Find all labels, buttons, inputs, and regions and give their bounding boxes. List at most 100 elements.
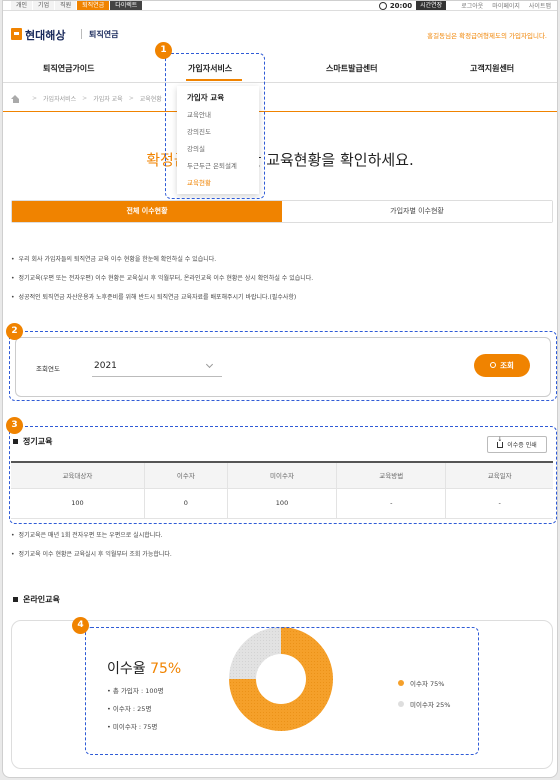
legend-label: 미이수자 25% bbox=[410, 701, 451, 709]
chevron-right-icon: > bbox=[82, 95, 88, 102]
table-row: 100 0 100 - - bbox=[11, 487, 553, 519]
logo-subtitle: 퇴직연금 bbox=[89, 30, 119, 39]
table-cell: 0 bbox=[143, 487, 228, 519]
tab-member-status[interactable]: 가입자별 이수현황 bbox=[282, 201, 552, 222]
breadcrumb: > 가입자서비스 > 가입자 교육 > 교육현황 bbox=[11, 94, 162, 103]
site-tab-corporate[interactable]: 기업 bbox=[33, 1, 55, 10]
logo-icon[interactable] bbox=[11, 28, 22, 40]
utility-right: 20:00 시간연장 로그아웃 마이페이지 사이트맵 bbox=[378, 1, 551, 10]
completion-rate: 이수율 75% bbox=[107, 658, 181, 678]
submenu-item-classroom[interactable]: 강의실 bbox=[187, 143, 249, 153]
legend-item-incomplete: 미이수자 25% bbox=[398, 699, 450, 709]
utility-bar: 개인 기업 직원 퇴직연금 다이렉트 20:00 시간연장 로그아웃 마이페이지… bbox=[3, 1, 557, 11]
breadcrumb-item[interactable]: 가입자서비스 bbox=[43, 94, 76, 103]
browser-frame: 개인 기업 직원 퇴직연금 다이렉트 20:00 시간연장 로그아웃 마이페이지… bbox=[2, 0, 558, 778]
breadcrumb-current: 교육현황 bbox=[139, 96, 162, 103]
online-stats: 총 가입자 : 100명 이수자 : 25명 미이수자 : 75명 bbox=[107, 685, 164, 739]
logo[interactable]: 현대해상 bbox=[25, 27, 65, 43]
nav-member-service[interactable]: 가입자서비스 bbox=[188, 63, 232, 74]
site-tab-pension[interactable]: 퇴직연금 bbox=[77, 1, 110, 10]
print-certificate-label: 이수증 인쇄 bbox=[507, 442, 537, 449]
nav-customer-support[interactable]: 고객지원센터 bbox=[470, 63, 514, 74]
online-education-panel: 이수율 75% 총 가입자 : 100명 이수자 : 25명 미이수자 : 75… bbox=[11, 620, 553, 769]
submenu-item-retirement-plan[interactable]: 두근두근 은퇴설계 bbox=[187, 160, 249, 170]
submenu-dropdown: 가입자 교육 교육안내 강의진도 강의실 두근두근 은퇴설계 교육현황 bbox=[177, 86, 259, 194]
year-select-value: 2021 bbox=[94, 361, 117, 371]
step-badge-4: 4 bbox=[72, 617, 89, 634]
site-tab-direct[interactable]: 다이렉트 bbox=[110, 1, 143, 10]
info-note: 성공적인 퇴직연금 자산운용과 노후준비를 위해 반드시 퇴직연금 교육자료를 … bbox=[11, 292, 313, 301]
table-header-row: 교육대상자 이수자 미이수자 교육방법 교육일자 bbox=[11, 462, 553, 489]
table-cell: - bbox=[336, 487, 447, 519]
clock-icon bbox=[378, 1, 387, 10]
step-badge-3: 3 bbox=[6, 417, 23, 434]
table-cell: 100 bbox=[11, 487, 145, 519]
nav-retirement-guide[interactable]: 퇴직연금가이드 bbox=[43, 63, 95, 74]
table-cell: 100 bbox=[226, 487, 338, 519]
legend-dot bbox=[398, 701, 404, 707]
regular-section-label: 정기교육 bbox=[23, 437, 53, 446]
regular-section-title: 정기교육 bbox=[13, 436, 52, 447]
search-year-label: 조회연도 bbox=[36, 365, 60, 373]
step-badge-1: 1 bbox=[155, 42, 172, 59]
column-header: 미이수자 bbox=[226, 462, 338, 489]
online-section-title: 온라인교육 bbox=[13, 594, 60, 605]
info-note: 정기교육 이수 현황은 교육실시 후 익월부터 조회 가능합니다. bbox=[11, 549, 172, 558]
donut-slice-incomplete bbox=[229, 627, 281, 679]
logo-divider bbox=[81, 29, 82, 39]
regular-education-table: 교육대상자 이수자 미이수자 교육방법 교육일자 100 0 100 - - bbox=[11, 461, 553, 519]
site-tab-personal[interactable]: 개인 bbox=[11, 1, 33, 10]
download-icon bbox=[497, 437, 504, 448]
sitemap-link[interactable]: 사이트맵 bbox=[529, 1, 551, 10]
header: 현대해상 퇴직연금 홍길동님은 확정급여형제도의 가입자입니다. bbox=[3, 12, 557, 56]
status-tabs: 전체 이수현황 가입자별 이수현황 bbox=[11, 200, 553, 223]
greeting-text: 홍길동님은 확정급여형제도의 가입자입니다. bbox=[427, 32, 547, 40]
stat-total: 총 가입자 : 100명 bbox=[107, 685, 164, 695]
site-tabs: 개인 기업 직원 퇴직연금 다이렉트 bbox=[11, 1, 143, 10]
info-note: 정기교육은 매년 1회 전자우편 또는 우편으로 실시합니다. bbox=[11, 530, 172, 539]
regular-notes: 정기교육은 매년 1회 전자우편 또는 우편으로 실시합니다. 정기교육 이수 … bbox=[11, 530, 172, 568]
site-tab-employee[interactable]: 직원 bbox=[55, 1, 77, 10]
section-bullet-icon bbox=[13, 439, 18, 444]
submenu-title[interactable]: 가입자 교육 bbox=[187, 92, 249, 103]
search-button[interactable]: 조회 bbox=[474, 354, 530, 377]
stat-incomplete: 미이수자 : 75명 bbox=[107, 721, 164, 731]
logout-link[interactable]: 로그아웃 bbox=[461, 1, 483, 10]
nav-smart-issuance[interactable]: 스마트발급센터 bbox=[326, 63, 378, 74]
search-icon bbox=[490, 362, 497, 368]
column-header: 교육방법 bbox=[336, 462, 447, 489]
column-header: 교육일자 bbox=[445, 462, 553, 489]
extend-session-button[interactable]: 시간연장 bbox=[416, 1, 447, 10]
info-notes: 우리 회사 가입자들의 퇴직연금 교육 이수 현황을 한눈에 확인하실 수 있습… bbox=[11, 254, 314, 311]
submenu-item-guide[interactable]: 교육안내 bbox=[187, 109, 249, 119]
tab-all-status[interactable]: 전체 이수현황 bbox=[12, 201, 282, 222]
search-button-label: 조회 bbox=[500, 361, 514, 370]
chart-legend: 이수자 75% 미이수자 25% bbox=[398, 678, 450, 720]
legend-label: 이수자 75% bbox=[410, 680, 445, 688]
home-icon[interactable] bbox=[11, 94, 20, 103]
table-cell: - bbox=[445, 487, 553, 519]
completion-rate-label: 이수율 bbox=[107, 661, 146, 677]
year-select[interactable]: 2021 bbox=[92, 356, 222, 377]
info-note: 우리 회사 가입자들의 퇴직연금 교육 이수 현황을 한눈에 확인하실 수 있습… bbox=[11, 254, 313, 263]
nav-active-indicator bbox=[186, 79, 242, 81]
completion-rate-value: 75% bbox=[150, 661, 182, 677]
submenu-item-progress[interactable]: 강의진도 bbox=[187, 126, 249, 136]
chevron-down-icon bbox=[205, 360, 214, 369]
step-badge-2: 2 bbox=[6, 323, 23, 340]
info-note: 정기교육(우편 또는 전자우편) 이수 현황은 교육실시 후 익월부터, 온라인… bbox=[11, 273, 314, 282]
session-time: 20:00 bbox=[389, 1, 413, 10]
submenu-item-status[interactable]: 교육현황 bbox=[187, 177, 249, 187]
main-nav: 퇴직연금가이드 가입자서비스 스마트발급센터 고객지원센터 bbox=[3, 57, 557, 83]
section-bullet-icon bbox=[13, 597, 18, 602]
chevron-right-icon: > bbox=[32, 95, 38, 102]
print-certificate-button[interactable]: 이수증 인쇄 bbox=[487, 436, 547, 453]
mypage-link[interactable]: 마이페이지 bbox=[492, 1, 520, 10]
column-header: 이수자 bbox=[143, 462, 228, 489]
completion-donut-chart bbox=[229, 627, 333, 731]
breadcrumb-item[interactable]: 가입자 교육 bbox=[93, 94, 123, 103]
legend-dot bbox=[398, 680, 404, 686]
search-panel: 조회연도 2021 조회 bbox=[15, 337, 551, 397]
legend-item-completed: 이수자 75% bbox=[398, 678, 450, 688]
stat-completed: 이수자 : 25명 bbox=[107, 703, 164, 713]
